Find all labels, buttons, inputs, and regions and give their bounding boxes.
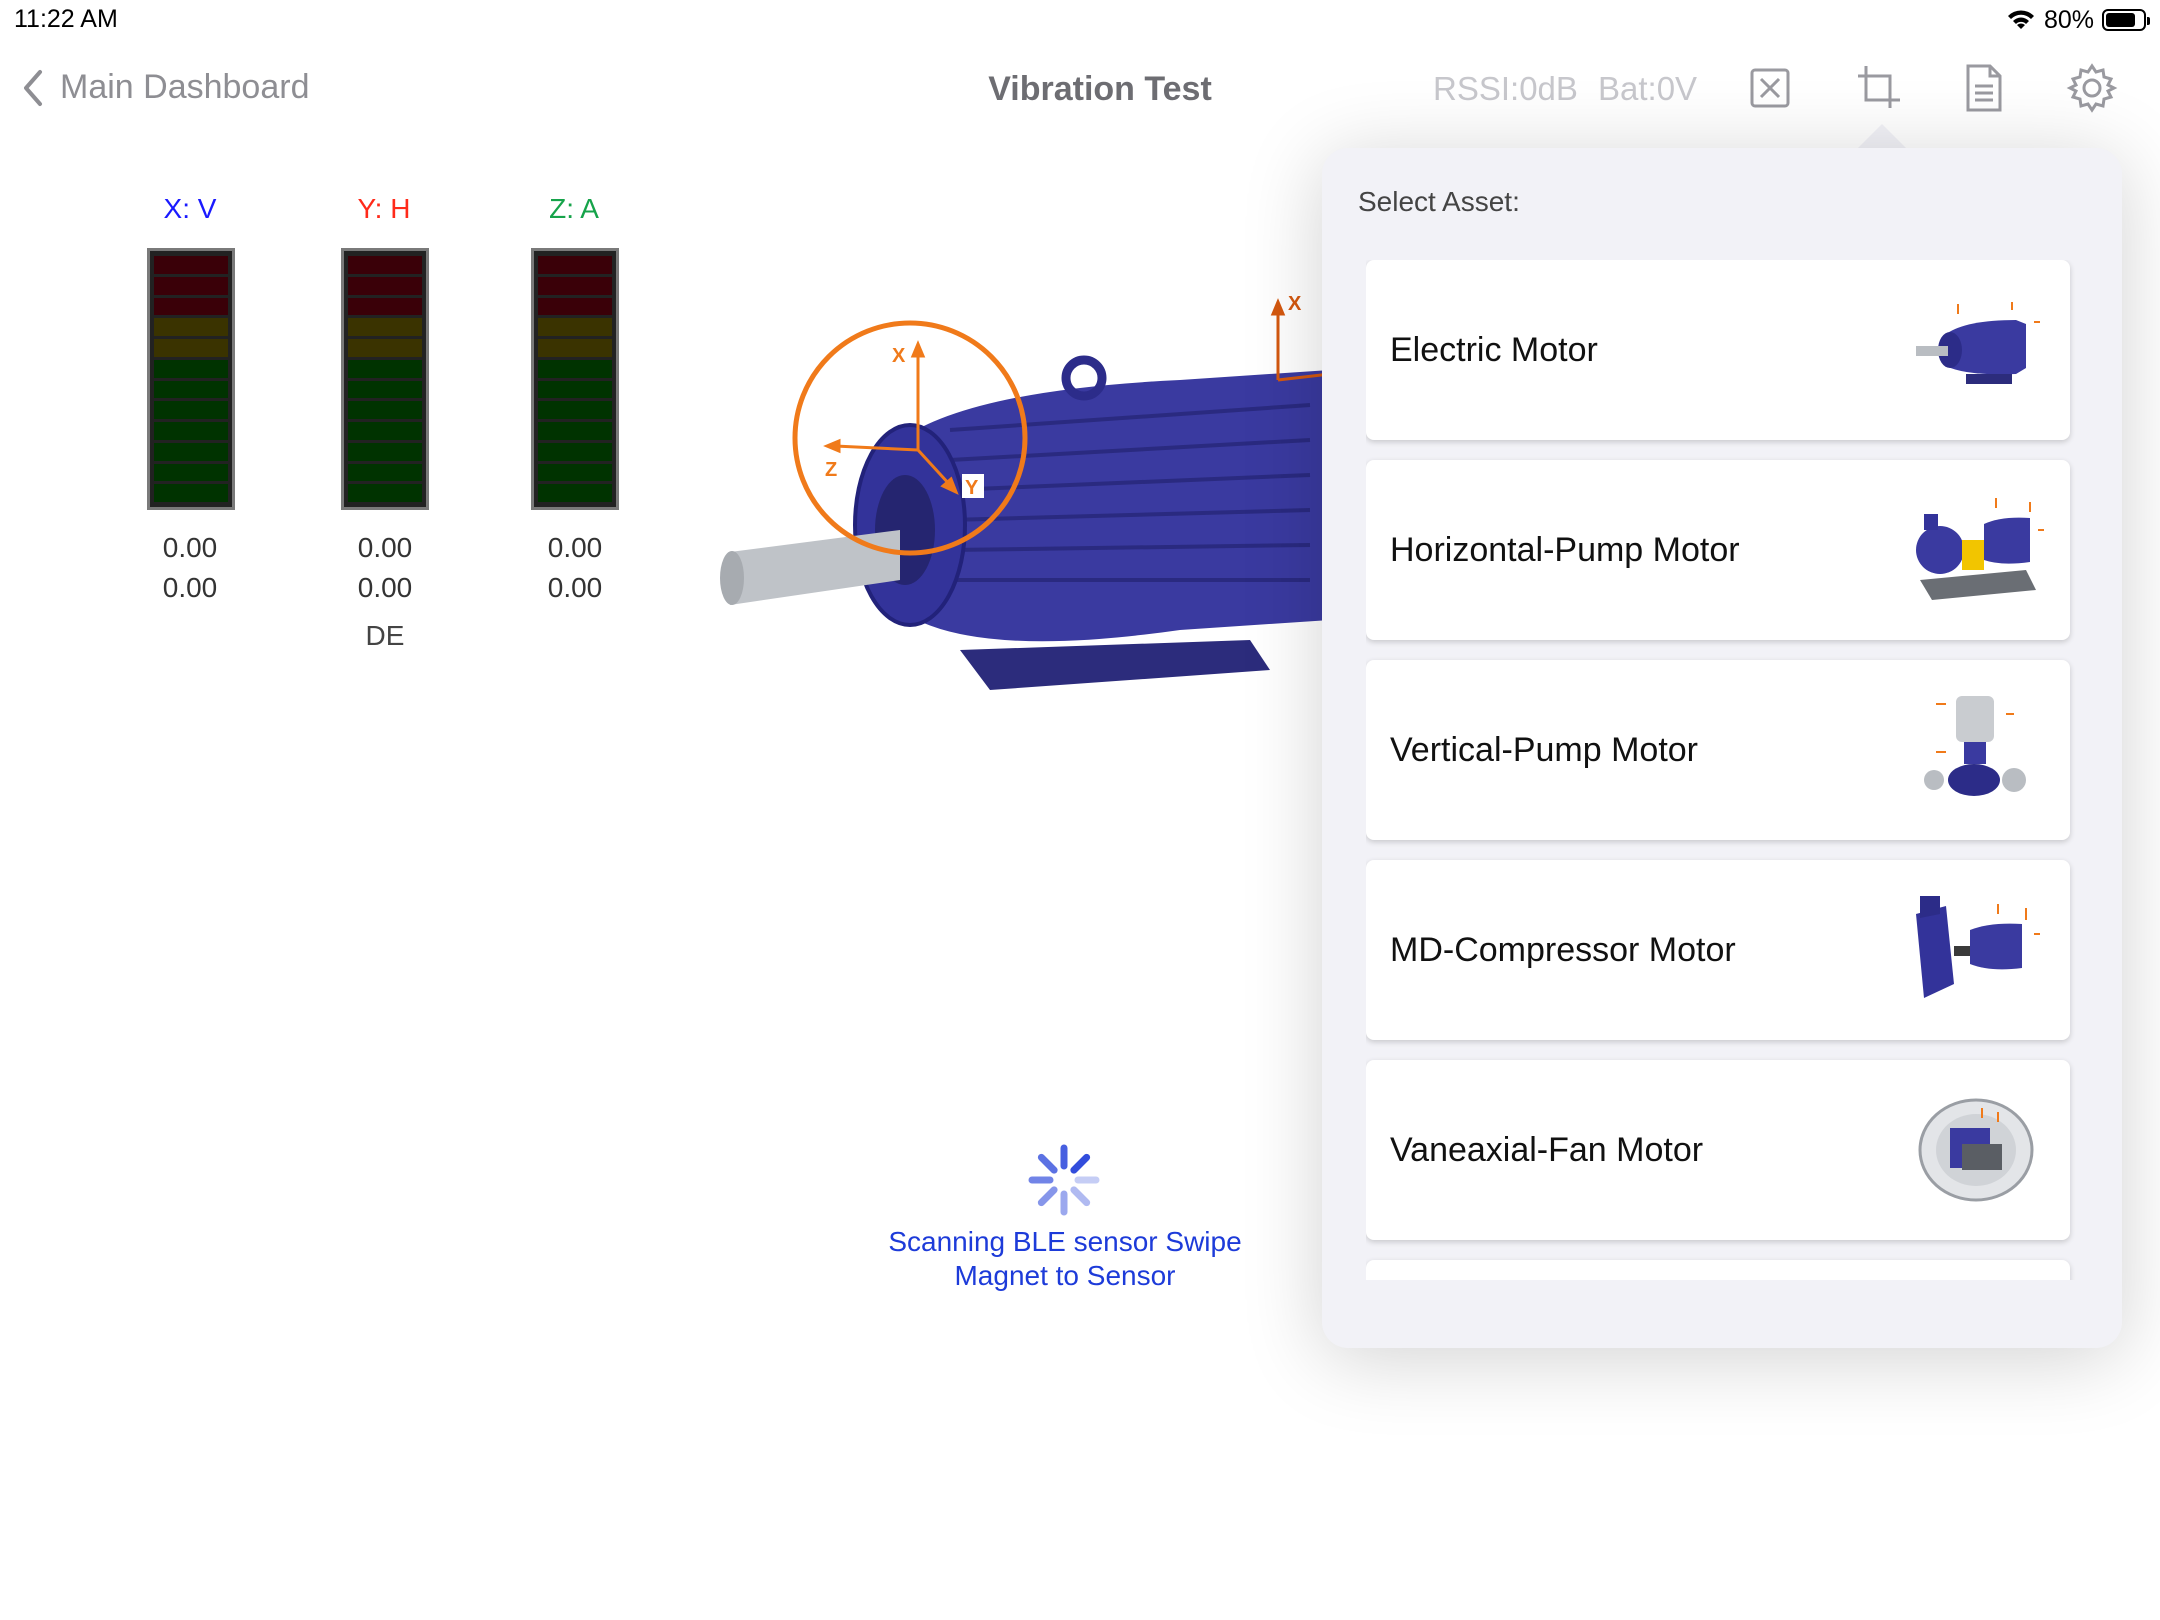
spinner-spoke — [1037, 1153, 1058, 1174]
gauge-segment — [348, 401, 422, 419]
status-bar: 11:22 AM 80% — [0, 0, 2160, 40]
gauge-x-bar — [147, 248, 235, 510]
gauge-segment — [154, 256, 228, 274]
gauge-segment — [348, 276, 422, 295]
gauge-y-label: Y: H — [357, 193, 411, 224]
spinner-icon — [1028, 1144, 1100, 1216]
electric-motor-illustration: X Z Y X — [720, 293, 1330, 690]
rssi-readout: RSSI:0dB — [1433, 70, 1578, 107]
gauge-z-bar — [531, 248, 619, 510]
gauge-segment — [154, 401, 228, 419]
select-asset-popover: Select Asset: Electric Motor Horizontal-… — [1322, 148, 2122, 1348]
asset-item-label: MD-Compressor Motor — [1390, 930, 1736, 969]
axis-y-label: Y — [965, 477, 979, 499]
gauge-segment — [348, 442, 422, 461]
gauge-segment — [154, 422, 228, 440]
spinner-spoke — [1037, 1186, 1058, 1207]
status-time: 11:22 AM — [14, 5, 118, 33]
document-icon[interactable] — [1958, 62, 2010, 114]
asset-list[interactable]: Electric Motor Horizontal-Pump Motor Ver… — [1366, 260, 2078, 1280]
axis-x-label: X — [892, 345, 906, 367]
gauge-segment — [348, 484, 422, 502]
battery-percent: 80% — [2043, 5, 2094, 34]
gear-icon[interactable] — [2066, 62, 2118, 114]
popover-arrow — [1856, 124, 1908, 150]
gauge-z-label: Z: A — [549, 193, 599, 224]
compressor-thumbnail — [1916, 896, 2040, 998]
asset-item-label: Electric Motor — [1390, 330, 1598, 369]
gauge-segment — [538, 256, 612, 274]
gauge-segment — [154, 442, 228, 461]
motor-base — [960, 640, 1270, 690]
page-title: Vibration Test — [988, 70, 1212, 108]
asset-item-electric-motor[interactable]: Electric Motor — [1366, 260, 2070, 440]
gauge-segment — [538, 484, 612, 502]
gauge-z-value-2: 0.00 — [547, 572, 603, 603]
vertical-pump-thumbnail — [1924, 696, 2026, 796]
location-label: DE — [365, 620, 405, 651]
gauge-segment — [154, 297, 228, 316]
axis-x-label-nde: X — [1288, 293, 1302, 315]
gauge-segment — [348, 297, 422, 316]
asset-item-partial[interactable] — [1366, 1260, 2070, 1280]
gauge-segment — [538, 401, 612, 419]
gauge-segment — [538, 339, 612, 357]
battery-voltage-readout: Bat:0V — [1598, 70, 1698, 107]
status-right: 80% — [2006, 5, 2150, 35]
gauge-segment — [538, 442, 612, 461]
gauge-x-value-2: 0.00 — [162, 572, 218, 603]
gauge-segment — [154, 380, 228, 399]
gauge-segment — [154, 463, 228, 482]
gauge-segment — [348, 359, 422, 378]
scanning-status-text: Scanning BLE sensor Swipe Magnet to Sens… — [888, 1226, 1242, 1291]
gauge-segment — [538, 276, 612, 295]
horizontal-pump-thumbnail — [1916, 498, 2044, 600]
asset-item-md-compressor-motor[interactable]: MD-Compressor Motor — [1366, 860, 2070, 1040]
gauge-segment — [154, 339, 228, 357]
asset-item-label: Vaneaxial-Fan Motor — [1390, 1130, 1704, 1169]
navigation-bar: Main Dashboard Vibration Test RSSI:0dB B… — [0, 50, 2160, 130]
asset-item-vaneaxial-fan-motor[interactable]: Vaneaxial-Fan Motor — [1366, 1060, 2070, 1240]
gauge-z-value-1: 0.00 — [547, 532, 603, 563]
gauge-segment — [154, 318, 228, 336]
gauge-segment — [348, 422, 422, 440]
gauge-segment — [538, 463, 612, 482]
battery-icon — [2102, 9, 2150, 31]
asset-item-label: Vertical-Pump Motor — [1390, 730, 1698, 769]
asset-item-horizontal-pump-motor[interactable]: Horizontal-Pump Motor — [1366, 460, 2070, 640]
gauge-y-bar — [341, 248, 429, 510]
gauge-y-value-1: 0.00 — [357, 532, 413, 563]
gauge-x-label: X: V — [163, 193, 217, 224]
shaft-end — [720, 551, 744, 605]
gauge-segment — [348, 318, 422, 336]
axis-z-label: Z — [825, 459, 837, 481]
spinner-spoke — [1070, 1186, 1091, 1207]
crop-icon[interactable] — [1852, 62, 1904, 114]
gauge-segment — [348, 256, 422, 274]
gauge-segment — [538, 318, 612, 336]
fan-thumbnail — [1918, 1098, 2034, 1202]
close-box-icon[interactable] — [1744, 62, 1796, 114]
asset-item-label: Horizontal-Pump Motor — [1390, 530, 1740, 569]
gauge-segment — [538, 380, 612, 399]
gauge-segment — [538, 422, 612, 440]
gauge-segment — [348, 380, 422, 399]
electric-motor-thumbnail — [1916, 302, 2040, 384]
gauge-segment — [154, 359, 228, 378]
gauge-segment — [538, 359, 612, 378]
gauge-segment — [154, 484, 228, 502]
wifi-icon — [2007, 10, 2034, 29]
gauge-segment — [348, 339, 422, 357]
popover-title: Select Asset: — [1358, 186, 1520, 217]
spinner-spoke — [1070, 1153, 1091, 1174]
asset-item-vertical-pump-motor[interactable]: Vertical-Pump Motor — [1366, 660, 2070, 840]
gauge-x-value-1: 0.00 — [162, 532, 218, 563]
gauge-segment — [348, 463, 422, 482]
gauge-segment — [154, 276, 228, 295]
gauge-y-value-2: 0.00 — [357, 572, 413, 603]
gauge-segment — [538, 297, 612, 316]
